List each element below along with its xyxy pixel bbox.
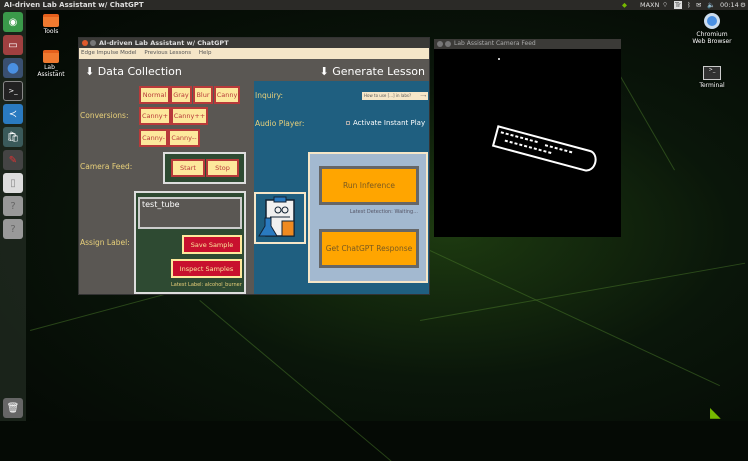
wifi-icon[interactable]: ⌔ xyxy=(662,0,668,10)
nvidia-icon: ◆ xyxy=(622,1,627,9)
lab-report-flask-icon xyxy=(258,196,295,237)
folder-icon xyxy=(43,14,59,27)
get-chatgpt-response-button[interactable]: Get ChatGPT Response xyxy=(319,229,419,268)
close-icon[interactable] xyxy=(82,40,88,46)
camera-stop-button[interactable]: Stop xyxy=(206,159,239,177)
lab-assistant-window: AI-driven Lab Assistant w/ ChatGPT Edge … xyxy=(78,37,430,295)
icon-label: Terminal xyxy=(699,82,725,89)
launcher: ◉ ▭ ● >_ ≺ 🛍 ✎ ▯ ? ? 🗑 xyxy=(0,10,26,421)
folder-label: Lab_ Assistant xyxy=(37,64,65,78)
chromium-icon[interactable]: ● xyxy=(3,58,23,78)
camera-feed-label: Camera Feed: xyxy=(80,162,133,171)
chromium-icon xyxy=(704,13,720,29)
data-collection-heading: ⬇ Data Collection xyxy=(85,65,182,78)
folder-label: Tools xyxy=(43,28,59,35)
close-icon[interactable] xyxy=(437,41,443,47)
volume-icon[interactable]: 🔈 xyxy=(707,0,715,10)
unknown-app-icon[interactable]: ? xyxy=(3,196,23,216)
menu-previous-lessons[interactable]: Previous Lessons xyxy=(144,50,191,56)
instant-play-label: Activate Instant Play xyxy=(353,119,426,127)
conversion-canny-minusminus-button[interactable]: Canny-- xyxy=(168,129,200,147)
minimize-icon[interactable] xyxy=(445,41,451,47)
latest-label-text: Latest Label: alcohol_burner xyxy=(171,282,242,288)
desktop-chromium[interactable]: Chromium Web Browser xyxy=(692,13,732,45)
bluetooth-icon[interactable]: ᛒ xyxy=(687,0,691,10)
desktop-terminal[interactable]: >_ Terminal xyxy=(692,66,732,89)
unknown-app-icon[interactable]: ? xyxy=(3,219,23,239)
generate-lesson-heading: ⬇ Generate Lesson xyxy=(319,65,425,78)
vscode-icon[interactable]: ≺ xyxy=(3,104,23,124)
save-sample-button[interactable]: Save Sample xyxy=(182,235,242,254)
inquiry-label: Inquiry: xyxy=(255,91,284,100)
icon-label: Chromium Web Browser xyxy=(692,31,732,45)
conversion-canny-plus-button[interactable]: Canny+ xyxy=(139,107,171,125)
mail-icon[interactable]: ✉ xyxy=(696,0,701,10)
trash-icon[interactable]: 🗑 xyxy=(3,398,23,418)
inference-panel: Run Inference Latest Detection: Waiting.… xyxy=(308,152,428,283)
assign-label-label: Assign Label: xyxy=(80,238,130,247)
menu-bar: Edge Impulse Model Previous Lessons Help xyxy=(79,48,429,59)
camera-start-button[interactable]: Start xyxy=(171,159,205,177)
desktop-folder-lab-assistant[interactable]: Lab_ Assistant xyxy=(31,50,71,78)
window-title: AI-driven Lab Assistant w/ ChatGPT xyxy=(99,39,229,47)
run-inference-button[interactable]: Run Inference xyxy=(319,166,419,205)
dropdown-arrow-icon: ⟶ xyxy=(420,93,426,98)
generate-lesson-panel: Inquiry: How to use [...] in labs? ⟶ Audi… xyxy=(254,81,429,294)
conversion-canny-button[interactable]: Canny xyxy=(214,86,240,104)
camera-controls-panel: Start Stop xyxy=(163,152,246,184)
lab-assistant-illustration xyxy=(254,192,306,244)
camera-window-title: Lab Assistant Camera Feed xyxy=(454,40,536,47)
camera-feed-image xyxy=(491,58,597,172)
conversion-blur-button[interactable]: Blur xyxy=(193,86,213,104)
latest-detection-text: Latest Detection: Waiting... xyxy=(349,209,418,215)
desktop-folder-tools[interactable]: Tools xyxy=(31,14,71,35)
audio-player-label: Audio Player: xyxy=(255,119,305,128)
instant-play-checkbox[interactable]: Activate Instant Play xyxy=(346,119,425,127)
conversion-canny-minus-button[interactable]: Canny- xyxy=(139,129,168,147)
inquiry-dropdown[interactable]: How to use [...] in labs? ⟶ xyxy=(362,92,428,100)
nvidia-logo: ◣ xyxy=(710,405,721,421)
active-window-title: AI-driven Lab Assistant w/ ChatGPT xyxy=(4,1,144,9)
inspect-samples-button[interactable]: Inspect Samples xyxy=(171,259,242,278)
menu-edge-impulse-model[interactable]: Edge Impulse Model xyxy=(81,50,137,56)
text-editor-icon[interactable]: ▯ xyxy=(3,173,23,193)
menu-help[interactable]: Help xyxy=(199,50,212,56)
folder-icon xyxy=(43,50,59,63)
conversion-canny-plusplus-button[interactable]: Canny++ xyxy=(171,107,208,125)
label-input[interactable]: test_tube xyxy=(138,197,242,229)
checkbox-icon[interactable] xyxy=(346,121,350,125)
minimize-icon[interactable] xyxy=(90,40,96,46)
inquiry-selected-value: How to use [...] in labs? xyxy=(364,93,412,98)
settings-gear-icon[interactable]: ⚙ xyxy=(740,0,746,10)
ubuntu-home-icon[interactable]: ◉ xyxy=(3,12,23,32)
power-mode[interactable]: MAXN xyxy=(640,0,659,10)
window-titlebar[interactable]: AI-driven Lab Assistant w/ ChatGPT xyxy=(79,38,429,48)
software-center-icon[interactable]: 🛍 xyxy=(3,127,23,147)
terminal-icon[interactable]: >_ xyxy=(3,81,23,101)
top-panel: AI-driven Lab Assistant w/ ChatGPT ◆ MAX… xyxy=(0,0,748,10)
camera-window-titlebar[interactable]: Lab Assistant Camera Feed xyxy=(434,39,621,49)
keyboard-layout[interactable]: Tr xyxy=(674,1,682,9)
terminal-icon: >_ xyxy=(703,66,721,80)
conversion-normal-button[interactable]: Normal xyxy=(139,86,170,104)
label-panel: test_tube Save Sample Inspect Samples La… xyxy=(134,191,246,294)
system-settings-icon[interactable]: ✎ xyxy=(3,150,23,170)
conversions-label: Conversions: xyxy=(80,111,129,120)
conversion-gray-button[interactable]: Gray xyxy=(170,86,192,104)
camera-feed-window: Lab Assistant Camera Feed xyxy=(434,39,621,237)
clock[interactable]: 00:14 xyxy=(720,0,739,10)
files-icon[interactable]: ▭ xyxy=(3,35,23,55)
